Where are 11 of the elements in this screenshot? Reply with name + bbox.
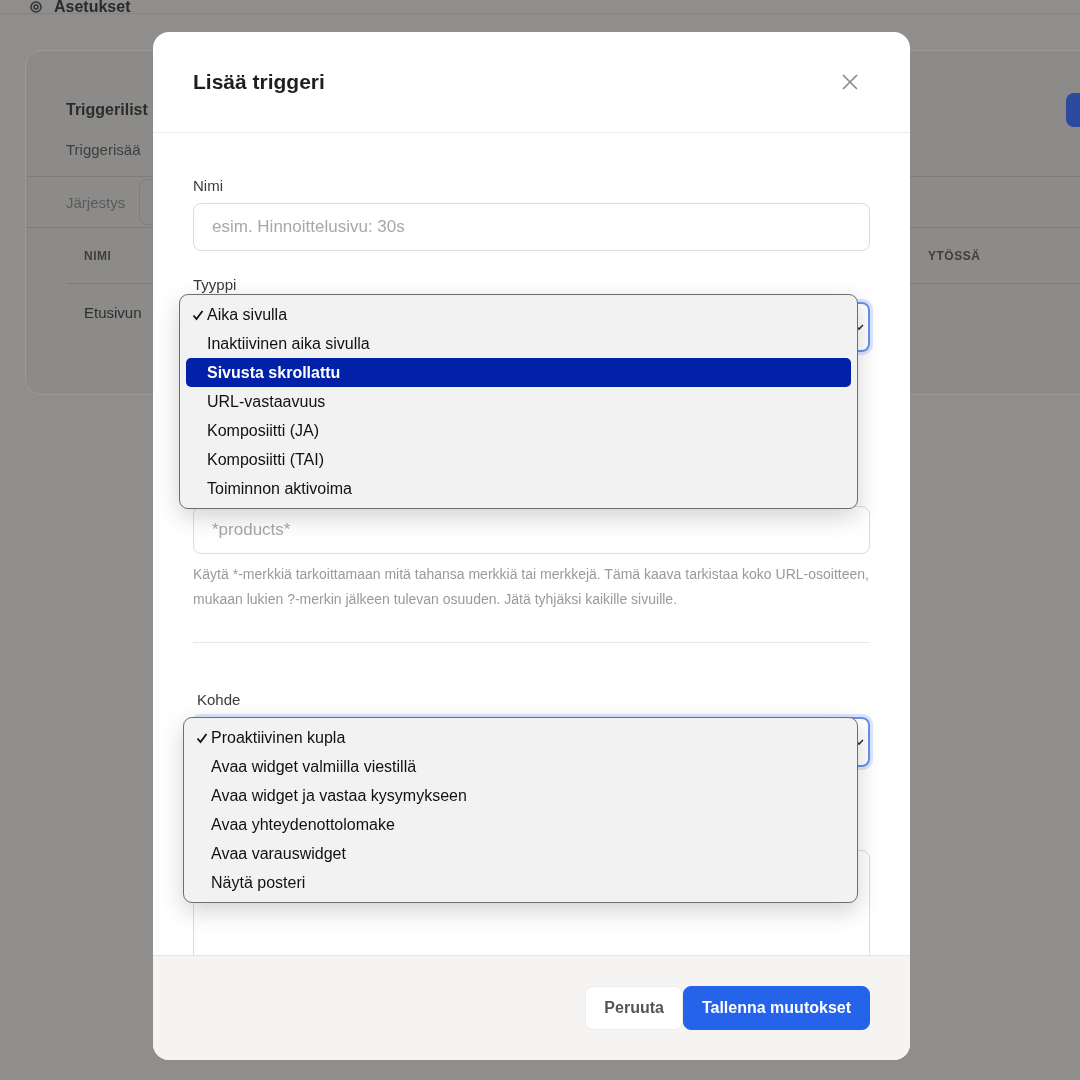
card-title: Triggerilist — [66, 101, 148, 119]
help-text: Käytä *-merkkiä tarkoittamaan mitä tahansa merkkiä tai merkkejä. Tämä kaava tarkistaa koko URL-osoitteen, mukaan lukien ?-merkin jälkeen tulevan osuuden. Jätä tyhjäksi kaikille sivuille. — [193, 565, 870, 609]
field-label: Kohde — [196, 691, 242, 708]
column-header: YTÖSSÄ — [928, 248, 981, 263]
page-title: Asetukset — [54, 0, 131, 14]
field-label: Nimi — [193, 177, 224, 194]
card-subtitle: Triggerisää — [66, 141, 142, 158]
table-cell: Etusivun — [84, 303, 142, 321]
column-header: NIMI — [84, 248, 112, 263]
dialog-title: Lisää triggeri — [193, 70, 325, 94]
field-label: Tyyppi — [193, 276, 238, 293]
